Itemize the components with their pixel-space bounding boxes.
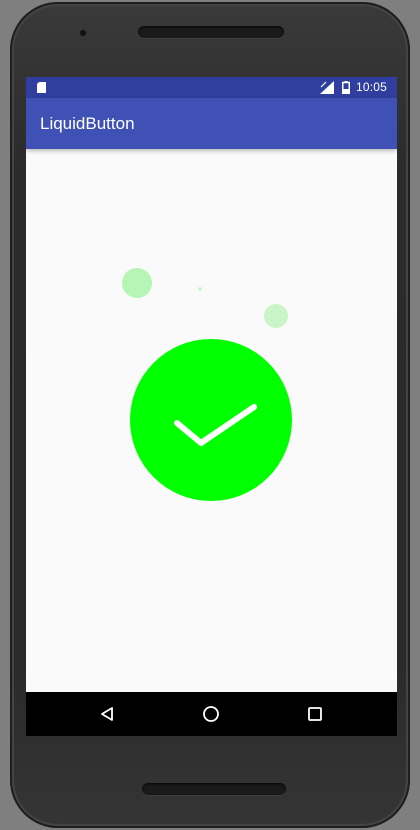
top-speaker [138,26,284,38]
main-content [26,149,397,692]
back-button[interactable] [77,692,137,736]
navigation-bar [26,692,397,736]
app-title: LiquidButton [40,114,135,133]
status-bar: 10:05 [26,77,397,98]
check-icon [174,404,257,446]
status-clock: 10:05 [356,80,388,94]
phone-screen: 10:05 LiquidButton [26,77,397,736]
recents-icon [308,707,322,721]
recents-button[interactable] [285,692,345,736]
bottom-speaker [142,783,286,795]
liquid-button[interactable] [130,339,292,501]
sd-card-icon [37,82,46,93]
home-icon [203,706,219,722]
liquid-bubble [264,304,288,328]
signal-icon [320,81,334,94]
liquid-bubble [122,268,152,298]
battery-icon [342,81,350,94]
liquid-bubble [198,287,202,291]
home-button[interactable] [181,692,241,736]
app-bar: LiquidButton [26,98,397,149]
back-icon [101,707,113,721]
front-camera [80,30,86,36]
